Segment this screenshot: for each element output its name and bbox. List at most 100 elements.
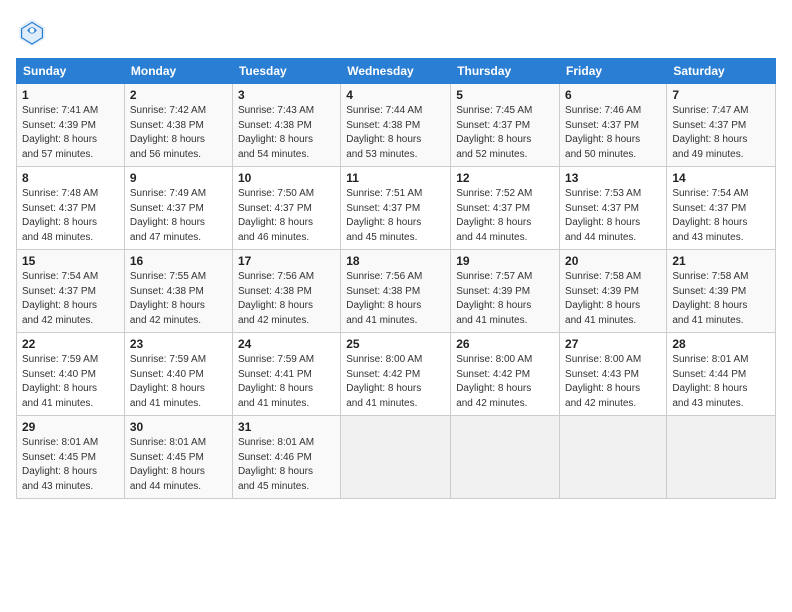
- day-cell: [341, 416, 451, 499]
- day-info: Sunrise: 8:00 AMSunset: 4:43 PMDaylight:…: [565, 353, 661, 411]
- header-day-wednesday: Wednesday: [341, 59, 451, 84]
- day-info: Sunrise: 7:53 AMSunset: 4:37 PMDaylight:…: [565, 187, 661, 245]
- day-info: Sunrise: 7:42 AMSunset: 4:38 PMDaylight:…: [130, 104, 227, 162]
- day-info: Sunrise: 7:50 AMSunset: 4:37 PMDaylight:…: [238, 187, 335, 245]
- header-day-saturday: Saturday: [667, 59, 776, 84]
- day-cell: 20Sunrise: 7:58 AMSunset: 4:39 PMDayligh…: [560, 250, 667, 333]
- day-cell: 11Sunrise: 7:51 AMSunset: 4:37 PMDayligh…: [341, 167, 451, 250]
- day-number: 8: [22, 171, 119, 185]
- calendar-table: SundayMondayTuesdayWednesdayThursdayFrid…: [16, 58, 776, 499]
- day-number: 16: [130, 254, 227, 268]
- day-cell: 31 Sunrise: 8:01 AMSunset: 4:46 PMDayligh…: [232, 416, 340, 499]
- week-row-3: 15 Sunrise: 7:54 AMSunset: 4:37 PMDayligh…: [17, 250, 776, 333]
- day-cell: 28Sunrise: 8:01 AMSunset: 4:44 PMDayligh…: [667, 333, 776, 416]
- day-cell: [560, 416, 667, 499]
- day-info: Sunrise: 7:58 AMSunset: 4:39 PMDaylight:…: [672, 270, 770, 328]
- day-cell: 25 Sunrise: 8:00 AMSunset: 4:42 PMDayligh…: [341, 333, 451, 416]
- day-cell: 19 Sunrise: 7:57 AMSunset: 4:39 PMDayligh…: [451, 250, 560, 333]
- header-day-friday: Friday: [560, 59, 667, 84]
- day-number: 20: [565, 254, 661, 268]
- day-cell: 2Sunrise: 7:42 AMSunset: 4:38 PMDaylight…: [124, 84, 232, 167]
- day-number: 31: [238, 420, 335, 434]
- day-info: Sunrise: 7:46 AMSunset: 4:37 PMDaylight:…: [565, 104, 661, 162]
- day-cell: 9Sunrise: 7:49 AMSunset: 4:37 PMDaylight…: [124, 167, 232, 250]
- day-cell: 10 Sunrise: 7:50 AMSunset: 4:37 PMDayligh…: [232, 167, 340, 250]
- day-number: 14: [672, 171, 770, 185]
- day-info: Sunrise: 8:01 AMSunset: 4:45 PMDaylight:…: [22, 436, 119, 494]
- header-day-thursday: Thursday: [451, 59, 560, 84]
- header-day-tuesday: Tuesday: [232, 59, 340, 84]
- day-info: Sunrise: 7:56 AMSunset: 4:38 PMDaylight:…: [238, 270, 335, 328]
- logo-icon: [16, 16, 48, 48]
- day-info: Sunrise: 7:54 AMSunset: 4:37 PMDaylight:…: [22, 270, 119, 328]
- day-cell: 1 Sunrise: 7:41 AMSunset: 4:39 PMDaylight…: [17, 84, 125, 167]
- day-number: 18: [346, 254, 445, 268]
- day-cell: 16 Sunrise: 7:55 AMSunset: 4:38 PMDayligh…: [124, 250, 232, 333]
- day-number: 30: [130, 420, 227, 434]
- day-info: Sunrise: 8:00 AMSunset: 4:42 PMDaylight:…: [346, 353, 445, 411]
- day-cell: 5 Sunrise: 7:45 AMSunset: 4:37 PMDaylight…: [451, 84, 560, 167]
- header: [16, 16, 776, 48]
- day-cell: 12Sunrise: 7:52 AMSunset: 4:37 PMDayligh…: [451, 167, 560, 250]
- day-number: 13: [565, 171, 661, 185]
- day-cell: [451, 416, 560, 499]
- day-info: Sunrise: 7:59 AMSunset: 4:40 PMDaylight:…: [130, 353, 227, 411]
- day-cell: 30 Sunrise: 8:01 AMSunset: 4:45 PMDayligh…: [124, 416, 232, 499]
- logo: [16, 16, 52, 48]
- day-number: 26: [456, 337, 554, 351]
- header-row: SundayMondayTuesdayWednesdayThursdayFrid…: [17, 59, 776, 84]
- day-number: 11: [346, 171, 445, 185]
- day-number: 1: [22, 88, 119, 102]
- day-info: Sunrise: 7:49 AMSunset: 4:37 PMDaylight:…: [130, 187, 227, 245]
- day-number: 24: [238, 337, 335, 351]
- day-number: 23: [130, 337, 227, 351]
- header-day-monday: Monday: [124, 59, 232, 84]
- day-info: Sunrise: 7:47 AMSunset: 4:37 PMDaylight:…: [672, 104, 770, 162]
- day-cell: 3Sunrise: 7:43 AMSunset: 4:38 PMDaylight…: [232, 84, 340, 167]
- day-cell: 21 Sunrise: 7:58 AMSunset: 4:39 PMDayligh…: [667, 250, 776, 333]
- day-info: Sunrise: 7:56 AMSunset: 4:38 PMDaylight:…: [346, 270, 445, 328]
- day-cell: 29 Sunrise: 8:01 AMSunset: 4:45 PMDayligh…: [17, 416, 125, 499]
- day-info: Sunrise: 7:57 AMSunset: 4:39 PMDaylight:…: [456, 270, 554, 328]
- day-number: 25: [346, 337, 445, 351]
- day-cell: 14 Sunrise: 7:54 AMSunset: 4:37 PMDayligh…: [667, 167, 776, 250]
- day-info: Sunrise: 7:54 AMSunset: 4:37 PMDaylight:…: [672, 187, 770, 245]
- day-number: 10: [238, 171, 335, 185]
- day-number: 12: [456, 171, 554, 185]
- day-info: Sunrise: 7:48 AMSunset: 4:37 PMDaylight:…: [22, 187, 119, 245]
- day-cell: 8 Sunrise: 7:48 AMSunset: 4:37 PMDaylight…: [17, 167, 125, 250]
- day-info: Sunrise: 8:01 AMSunset: 4:46 PMDaylight:…: [238, 436, 335, 494]
- week-row-2: 8 Sunrise: 7:48 AMSunset: 4:37 PMDaylight…: [17, 167, 776, 250]
- day-info: Sunrise: 7:41 AMSunset: 4:39 PMDaylight:…: [22, 104, 119, 162]
- day-number: 27: [565, 337, 661, 351]
- day-info: Sunrise: 8:00 AMSunset: 4:42 PMDaylight:…: [456, 353, 554, 411]
- day-cell: 13 Sunrise: 7:53 AMSunset: 4:37 PMDayligh…: [560, 167, 667, 250]
- day-cell: [667, 416, 776, 499]
- day-number: 6: [565, 88, 661, 102]
- day-number: 3: [238, 88, 335, 102]
- day-cell: 23 Sunrise: 7:59 AMSunset: 4:40 PMDayligh…: [124, 333, 232, 416]
- day-number: 5: [456, 88, 554, 102]
- day-cell: 6 Sunrise: 7:46 AMSunset: 4:37 PMDaylight…: [560, 84, 667, 167]
- week-row-4: 22Sunrise: 7:59 AMSunset: 4:40 PMDayligh…: [17, 333, 776, 416]
- day-number: 29: [22, 420, 119, 434]
- day-cell: 27 Sunrise: 8:00 AMSunset: 4:43 PMDayligh…: [560, 333, 667, 416]
- day-number: 4: [346, 88, 445, 102]
- page-container: SundayMondayTuesdayWednesdayThursdayFrid…: [0, 0, 792, 509]
- day-info: Sunrise: 8:01 AMSunset: 4:45 PMDaylight:…: [130, 436, 227, 494]
- day-number: 15: [22, 254, 119, 268]
- day-cell: 7Sunrise: 7:47 AMSunset: 4:37 PMDaylight…: [667, 84, 776, 167]
- day-info: Sunrise: 7:45 AMSunset: 4:37 PMDaylight:…: [456, 104, 554, 162]
- day-cell: 22Sunrise: 7:59 AMSunset: 4:40 PMDayligh…: [17, 333, 125, 416]
- day-info: Sunrise: 7:55 AMSunset: 4:38 PMDaylight:…: [130, 270, 227, 328]
- day-cell: 24Sunrise: 7:59 AMSunset: 4:41 PMDayligh…: [232, 333, 340, 416]
- header-day-sunday: Sunday: [17, 59, 125, 84]
- day-cell: 26 Sunrise: 8:00 AMSunset: 4:42 PMDayligh…: [451, 333, 560, 416]
- day-number: 21: [672, 254, 770, 268]
- day-cell: 17 Sunrise: 7:56 AMSunset: 4:38 PMDayligh…: [232, 250, 340, 333]
- day-number: 19: [456, 254, 554, 268]
- week-row-1: 1 Sunrise: 7:41 AMSunset: 4:39 PMDaylight…: [17, 84, 776, 167]
- day-cell: 15 Sunrise: 7:54 AMSunset: 4:37 PMDayligh…: [17, 250, 125, 333]
- day-info: Sunrise: 8:01 AMSunset: 4:44 PMDaylight:…: [672, 353, 770, 411]
- day-number: 17: [238, 254, 335, 268]
